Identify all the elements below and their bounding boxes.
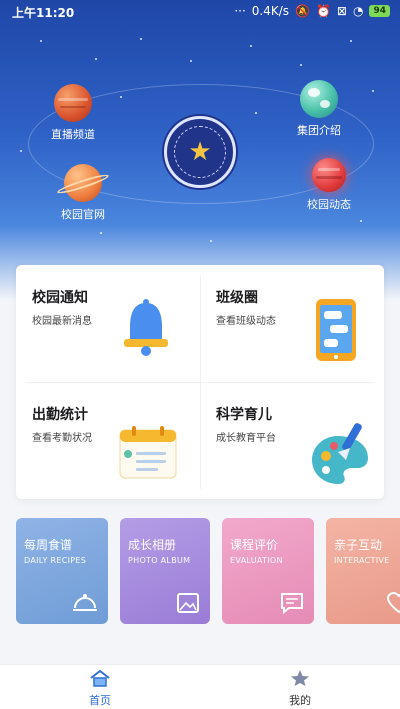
- palette-icon: [312, 423, 368, 484]
- comment-icon: [281, 593, 303, 614]
- feature-science-parenting[interactable]: 科学育儿 成长教育平台: [200, 382, 384, 499]
- star-decoration: [350, 40, 352, 42]
- battery-indicator: 94: [369, 5, 390, 17]
- profile-star-icon: [291, 670, 309, 686]
- feature-title: 科学育儿: [216, 407, 272, 423]
- tab-mine-label: 我的: [289, 694, 311, 707]
- feature-attendance[interactable]: 出勤统计 查看考勤状况: [16, 382, 200, 499]
- quick-link-subtitle: DAILY RECIPES: [24, 556, 87, 565]
- feature-subtitle: 查看班级动态: [216, 316, 276, 327]
- planet-group[interactable]: 集团介绍: [288, 80, 350, 138]
- star-decoration: [20, 150, 22, 152]
- quick-link-album[interactable]: 成长相册 PHOTO ALBUM: [120, 518, 210, 624]
- planet-news-label: 校园动态: [307, 198, 351, 211]
- quick-link-interactive[interactable]: 亲子互动 INTERACTIVE: [326, 518, 400, 624]
- star-decoration: [372, 90, 374, 92]
- star-decoration: [300, 64, 302, 66]
- heart-icon: [386, 592, 400, 614]
- signal-dots-icon: ···: [234, 4, 246, 18]
- logo-star-icon: ★: [174, 126, 226, 178]
- planet-ringed-icon: [56, 164, 110, 202]
- mute-bell-icon: 🔕: [295, 4, 310, 18]
- quick-link-title: 亲子互动: [334, 538, 383, 552]
- quick-link-subtitle: PHOTO ALBUM: [128, 556, 191, 565]
- feature-title: 班级圈: [216, 290, 258, 306]
- star-decoration: [95, 58, 97, 60]
- planet-red-icon: [54, 84, 92, 122]
- home-icon: [90, 669, 110, 687]
- tab-mine[interactable]: 我的: [240, 669, 360, 708]
- star-decoration: [40, 40, 42, 42]
- planet-striped-icon: [312, 158, 346, 192]
- photo-icon: [177, 593, 199, 613]
- feature-subtitle: 查看考勤状况: [32, 433, 92, 444]
- status-time: 上午11:20: [12, 6, 75, 20]
- star-decoration: [360, 220, 362, 222]
- star-decoration: [100, 232, 102, 234]
- quick-link-subtitle: INTERACTIVE: [334, 556, 390, 565]
- star-decoration: [140, 38, 142, 40]
- feature-subtitle: 成长教育平台: [216, 433, 276, 444]
- star-decoration: [190, 60, 192, 62]
- quick-link-title: 每周食谱: [24, 538, 73, 552]
- quick-link-recipes[interactable]: 每周食谱 DAILY RECIPES: [16, 518, 108, 624]
- star-decoration: [250, 45, 252, 47]
- dish-icon: [73, 594, 97, 611]
- feature-class-circle[interactable]: 班级圈 查看班级动态: [200, 265, 384, 382]
- star-decoration: [210, 240, 212, 242]
- calendar-icon: [119, 426, 177, 479]
- wifi-icon: ◔: [352, 4, 364, 18]
- alarm-icon: ⏰: [315, 4, 331, 18]
- bell-icon: [124, 299, 168, 356]
- tab-home-label: 首页: [89, 694, 111, 707]
- planet-group-label: 集团介绍: [297, 124, 341, 137]
- bottom-tab-bar: 首页 我的: [0, 664, 400, 709]
- planet-website[interactable]: 校园官网: [52, 164, 114, 222]
- feature-title: 出勤统计: [32, 407, 88, 423]
- feature-card: 校园通知 校园最新消息 班级圈 查看班级动态 出勤统计 查看考勤状况 科学育儿 …: [16, 265, 384, 499]
- quick-link-title: 课程评价: [230, 538, 279, 552]
- hero-banner: 直播频道 集团介绍 校园官网 校园动态 ★: [0, 0, 400, 300]
- network-speed: 0.4K/s: [251, 4, 290, 18]
- quick-link-title: 成长相册: [128, 538, 177, 552]
- feature-school-notice[interactable]: 校园通知 校园最新消息: [16, 265, 200, 382]
- planet-news[interactable]: 校园动态: [298, 158, 360, 212]
- planet-live-label: 直播频道: [51, 128, 95, 141]
- planet-live[interactable]: 直播频道: [42, 84, 104, 142]
- sim-icon: ⊠: [336, 4, 347, 18]
- feature-title: 校园通知: [32, 290, 88, 306]
- status-bar: 上午11:20 ··· 0.4K/s 🔕 ⏰ ⊠ ◔ 94: [0, 0, 400, 24]
- quick-link-subtitle: EVALUATION: [230, 556, 283, 565]
- quick-link-evaluation[interactable]: 课程评价 EVALUATION: [222, 518, 314, 624]
- school-logo: ★: [164, 116, 236, 188]
- planet-website-label: 校园官网: [61, 208, 105, 221]
- tab-home[interactable]: 首页: [40, 669, 160, 708]
- planet-earth-icon: [300, 80, 338, 118]
- feature-subtitle: 校园最新消息: [32, 316, 92, 327]
- phone-chat-icon: [316, 299, 356, 361]
